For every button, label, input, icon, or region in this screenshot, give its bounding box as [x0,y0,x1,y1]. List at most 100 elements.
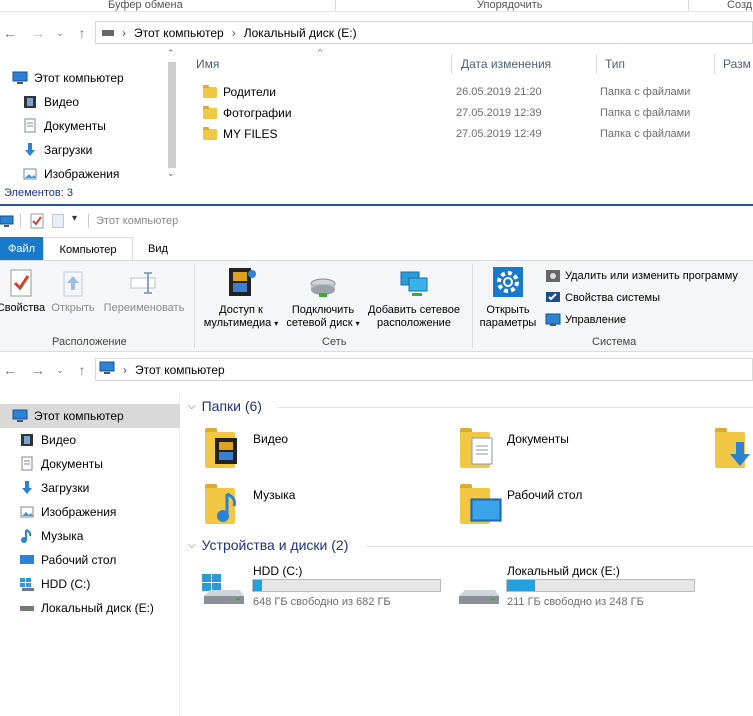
system-properties-button[interactable]: Свойства системы [545,291,660,305]
window-border [0,204,753,206]
scroll-up-icon[interactable]: ⌃ [167,48,175,59]
downloads-folder-icon [715,426,750,468]
title-bar: ▾ Этот компьютер [0,210,753,234]
nav-downloads[interactable]: Загрузки [22,138,92,162]
map-network-drive-button[interactable]: Подключить сетевой диск ▾ [282,266,364,330]
nav-this-pc[interactable]: Этот компьютер [0,404,180,428]
manage-button[interactable]: Управление [545,313,626,327]
drive-icon [102,29,114,36]
open-settings-button[interactable]: Открыть параметры [476,266,540,330]
drive-tile-c[interactable]: HDD (C:) 648 ГБ свободно из 682 ГБ [200,562,450,610]
folder-tile-video[interactable]: Видео [205,426,445,470]
rename-icon [100,268,188,298]
scrollbar-thumb[interactable] [168,62,176,168]
drive-usage-bar [506,579,695,592]
nav-desktop[interactable]: Рабочий стол [19,548,116,572]
column-date[interactable]: Дата изменения [461,57,605,71]
drive-icon [19,600,35,616]
column-name[interactable]: Имя [196,57,452,71]
nav-downloads[interactable]: Загрузки [19,476,89,500]
breadcrumb-this-pc[interactable]: Этот компьютер [134,26,224,40]
drive-icon [455,574,501,609]
network-drive-icon [282,266,364,300]
status-item-count: Элементов: 3 [4,187,73,199]
video-folder-icon [205,426,239,468]
system-properties-icon [545,291,561,305]
top-nav-pane: Этот компьютер Видео Документы Загрузки … [0,62,180,184]
nav-pictures[interactable]: Изображения [22,162,119,186]
nav-documents[interactable]: Документы [19,452,103,476]
ribbon-group-clipboard: Буфер обмена [108,0,183,11]
column-size[interactable]: Разм [723,57,751,71]
program-icon [545,269,561,283]
desktop-folder-icon [460,482,502,524]
back-button[interactable]: ← [0,360,20,380]
column-type[interactable]: Тип [605,57,723,71]
folder-tile-documents[interactable]: Документы [460,426,700,470]
recent-chevron-icon[interactable]: ⌄ [50,23,70,43]
computer-icon [12,70,28,86]
drive-usage-fill [253,580,263,591]
drive-usage-bar [252,579,441,592]
music-note-icon [19,528,35,544]
address-bar[interactable]: › Этот компьютер › Локальный диск (E:) [95,21,753,44]
file-row[interactable]: Фотографии 27.05.2019 12:39 Папка с файл… [196,103,753,123]
folder-icon [203,105,217,119]
file-row[interactable]: Родители 26.05.2019 21:20 Папка с файлам… [196,82,753,102]
folder-tile-downloads[interactable] [715,426,753,470]
manage-icon [545,313,561,327]
nav-pictures[interactable]: Изображения [19,500,116,524]
up-button[interactable]: ↑ [72,360,92,380]
properties-quick-icon[interactable] [30,213,44,232]
back-button[interactable]: ← [0,23,20,43]
add-network-location-button[interactable]: Добавить сетевое расположение [364,266,464,330]
uninstall-program-button[interactable]: Удалить или изменить программу [545,269,738,283]
gear-icon [476,266,540,300]
open-button[interactable]: Открыть [48,268,98,315]
nav-documents[interactable]: Документы [22,114,106,138]
forward-button[interactable]: → [28,23,48,43]
nav-music[interactable]: Музыка [19,524,83,548]
nav-hdd-c[interactable]: HDD (C:) [19,572,90,596]
picture-icon [22,166,38,182]
tab-view[interactable]: Вид [140,237,176,261]
folders-section-header[interactable]: ⌵ Папки (6) [188,398,262,414]
tab-file[interactable]: Файл [0,237,43,261]
properties-button[interactable]: Свойства [0,268,46,315]
nav-this-pc[interactable]: Этот компьютер [12,66,124,90]
windows-drive-icon [200,574,246,609]
drive-tile-e[interactable]: Локальный диск (E:) 211 ГБ свободно из 2… [455,562,705,610]
top-ribbon-strip: Буфер обмена Упорядочить Созд [0,0,753,12]
file-row[interactable]: MY FILES 27.05.2019 12:49 Папка с файлам… [196,124,753,144]
properties-icon [0,268,46,298]
media-access-button[interactable]: Доступ к мультимедиа ▾ [198,266,284,330]
ribbon-group-create: Созд [727,0,753,11]
recent-chevron-icon[interactable]: ⌄ [50,360,70,380]
drives-section-header[interactable]: ⌵ Устройства и диски (2) [188,537,348,553]
media-icon [198,266,284,300]
desktop-icon [19,552,35,568]
ribbon-group-organize: Упорядочить [477,0,543,11]
address-bar[interactable]: › Этот компьютер [95,358,753,381]
bottom-nav-pane: Этот компьютер Видео Документы Загрузки … [0,392,180,716]
folder-icon [203,84,217,98]
rename-button[interactable]: Переименовать [100,268,188,315]
forward-button[interactable]: → [28,360,48,380]
computer-icon [12,408,28,424]
nav-scrollbar[interactable]: ⌃ ⌄ [164,48,180,184]
nav-drive-e[interactable]: Локальный диск (E:) [19,596,154,620]
nav-video[interactable]: Видео [22,90,79,114]
scroll-down-icon[interactable]: ⌄ [167,168,175,179]
folder-tile-music[interactable]: Музыка [205,482,445,526]
up-button[interactable]: ↑ [72,23,92,43]
collapse-chevron-icon[interactable]: ⌵ [188,401,196,412]
folder-tile-desktop[interactable]: Рабочий стол [460,482,700,526]
collapse-chevron-icon[interactable]: ⌵ [188,540,196,551]
ribbon-group-system: Система [592,336,637,348]
breadcrumb-this-pc[interactable]: Этот компьютер [135,363,225,377]
breadcrumb-drive-e[interactable]: Локальный диск (E:) [244,26,357,40]
new-folder-quick-icon[interactable] [52,214,64,228]
nav-video[interactable]: Видео [19,428,76,452]
tab-computer[interactable]: Компьютер [43,237,133,261]
customize-qat-icon[interactable]: ▾ [72,213,77,224]
